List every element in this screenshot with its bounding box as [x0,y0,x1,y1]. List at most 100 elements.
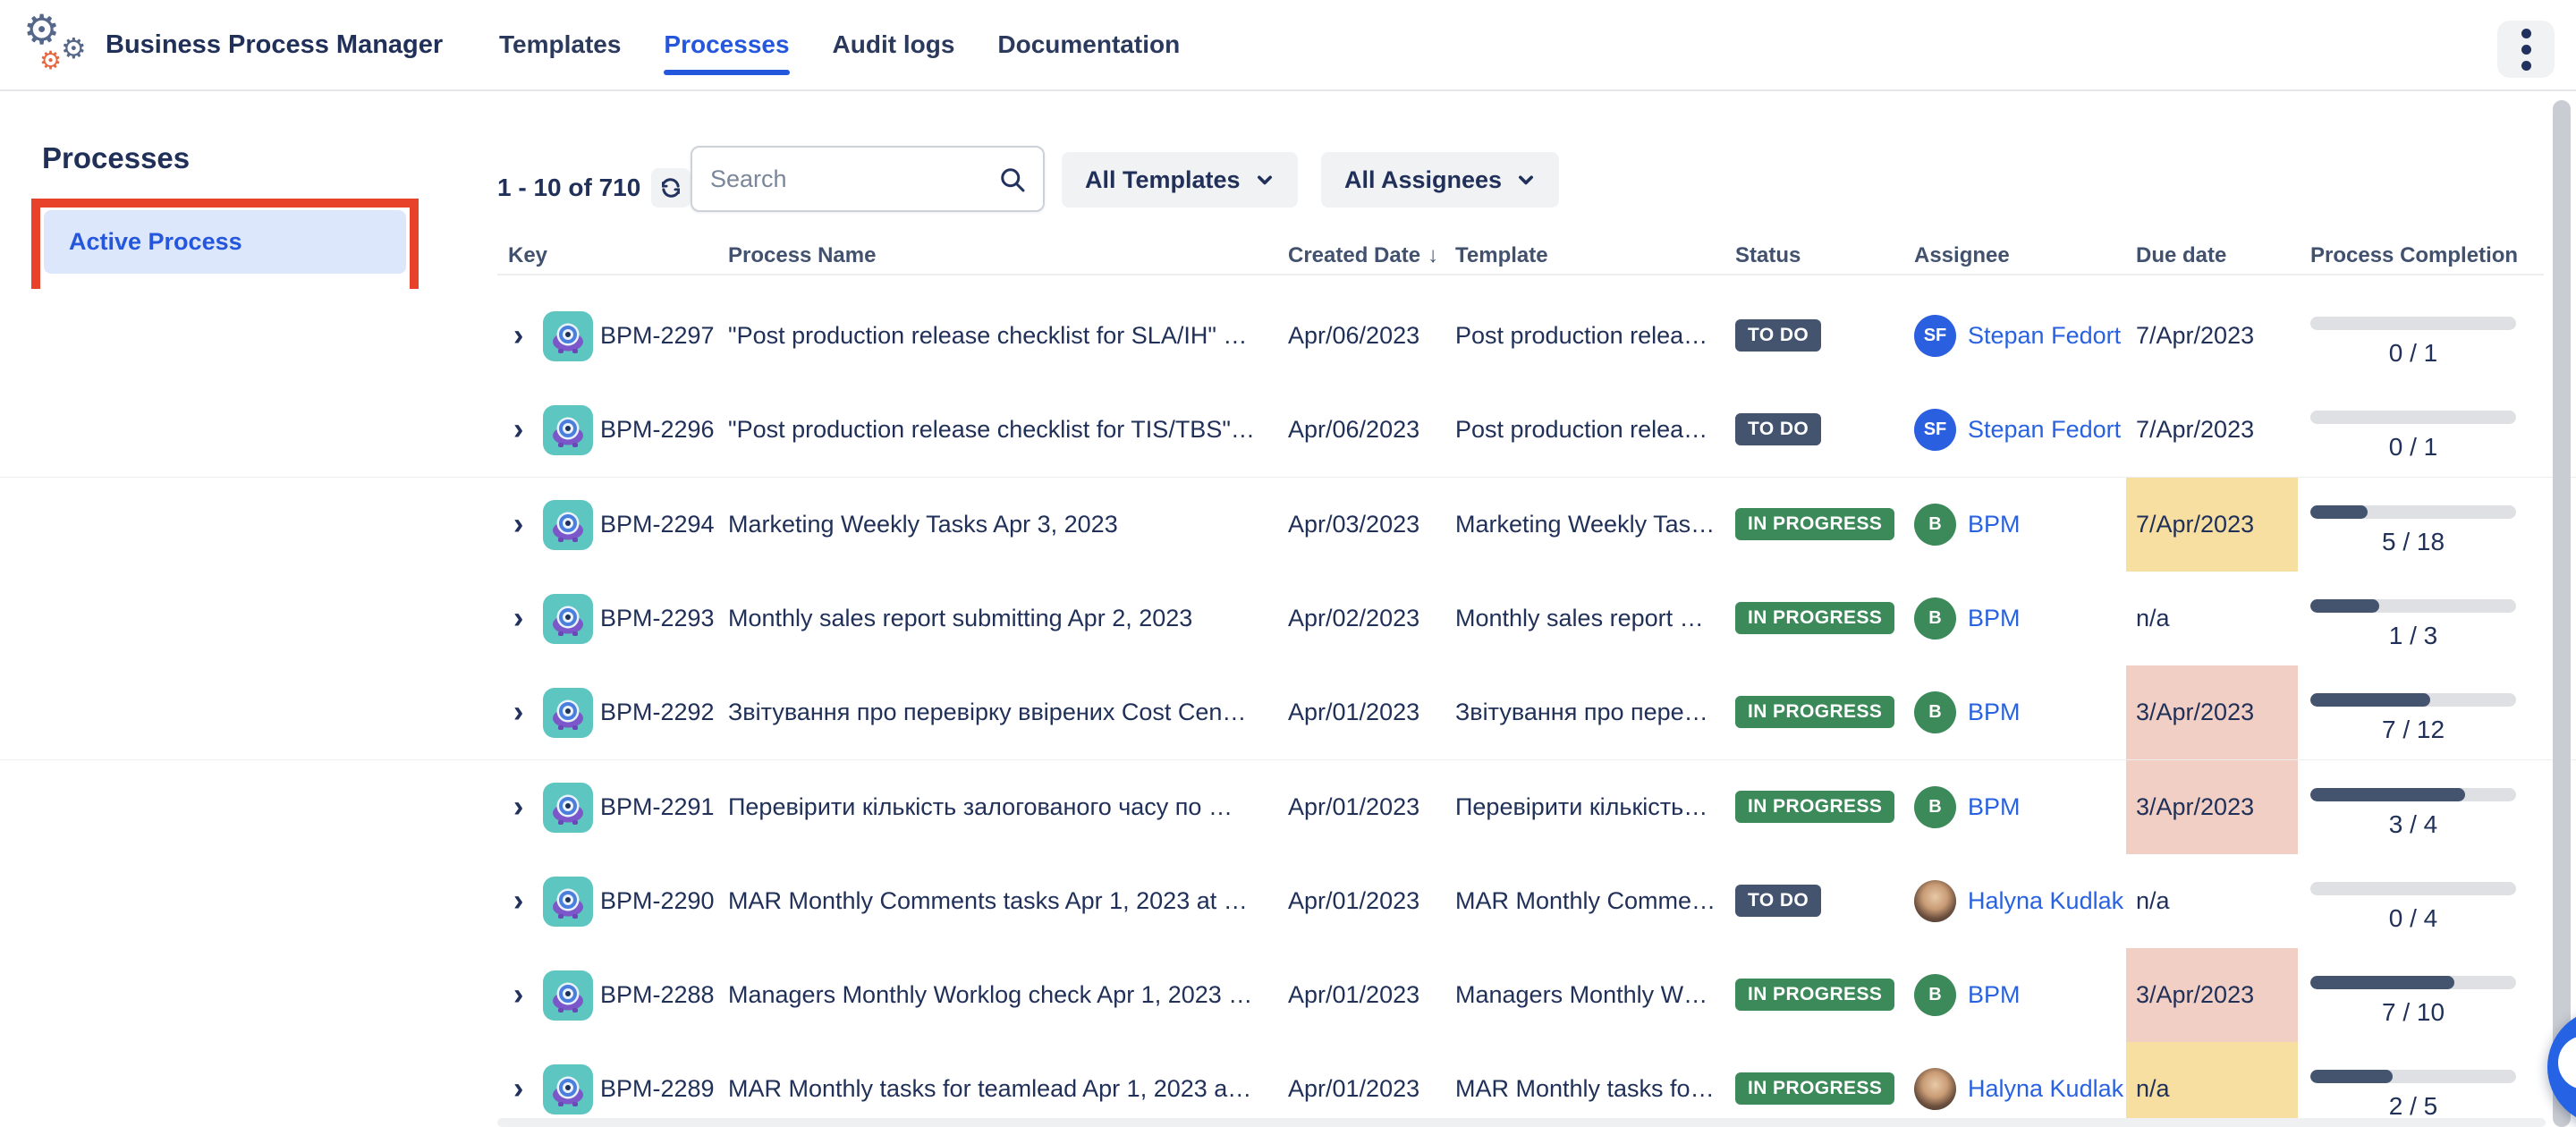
process-name: "Post production release checklist for S… [728,322,1269,350]
status-badge: IN PROGRESS [1735,979,1894,1011]
column-header-key[interactable]: Key [508,243,547,268]
assignee-link[interactable]: BPM [1968,511,2123,538]
process-name: Перевірити кількість залогованого часу п… [728,793,1269,821]
column-header-status[interactable]: Status [1735,243,1801,268]
assignee-link[interactable]: BPM [1968,605,2123,632]
process-name: Звітування про перевірку ввірених Cost C… [728,699,1269,726]
column-header-assignee[interactable]: Assignee [1914,243,2010,268]
template-name: Post production relea… [1455,322,1716,350]
main-nav: Templates Processes Audit logs Documentatio… [499,27,1180,63]
expand-chevron-icon[interactable]: › [513,973,523,1016]
table-header-divider [497,274,2544,275]
assignee-filter-dropdown[interactable]: All Assignees [1321,152,1559,208]
template-name: MAR Monthly tasks fo… [1455,1075,1716,1103]
column-header-template[interactable]: Template [1455,243,1548,268]
process-name: Monthly sales report submitting Apr 2, 2… [728,605,1269,632]
expand-chevron-icon[interactable]: › [513,503,523,546]
column-header-created-date[interactable]: Created Date↓ [1288,243,1438,268]
template-name: Post production relea… [1455,416,1716,444]
avatar: B [1914,691,1956,733]
status-badge: TO DO [1735,319,1821,352]
table-row[interactable]: › BPM-2291 Перевірити кількість залогова… [0,760,2576,856]
sidebar-title: Processes [42,141,190,175]
expand-chevron-icon[interactable]: › [513,597,523,640]
sidebar-item-active-process[interactable]: Active Process [44,210,406,274]
template-name: Managers Monthly W… [1455,981,1716,1009]
column-header-due-date[interactable]: Due date [2136,243,2226,268]
avatar: SF [1914,409,1956,451]
assignee-link[interactable]: Stepan Fedort [1968,416,2123,444]
assignee-link[interactable]: Halyna Kudlak [1968,887,2123,915]
more-options-button[interactable] [2497,21,2555,78]
alien-saucer-icon [543,970,593,1021]
vertical-scrollbar-thumb[interactable] [2553,100,2571,1127]
tab-processes[interactable]: Processes [664,27,789,63]
table-row[interactable]: › BPM-2293 Monthly sales report submitti… [0,572,2576,667]
table-row[interactable]: › BPM-2288 Managers Monthly Worklog chec… [0,948,2576,1044]
table-row[interactable]: › BPM-2289 MAR Monthly tasks for teamlea… [0,1042,2576,1127]
template-filter-dropdown[interactable]: All Templates [1062,152,1298,208]
sidebar-item-label: Active Process [44,228,242,256]
progress-bar-fill [2310,505,2368,519]
refresh-button[interactable] [651,168,691,208]
progress-fraction: 7 / 12 [2310,716,2516,744]
assignee-link[interactable]: Stepan Fedort [1968,322,2123,350]
due-date: 3/Apr/2023 [2136,981,2254,1009]
assignee-link[interactable]: BPM [1968,981,2123,1009]
process-completion: 0 / 1 [2310,383,2516,477]
table-row[interactable]: › BPM-2294 Marketing Weekly Tasks Apr 3,… [0,478,2576,573]
expand-chevron-icon[interactable]: › [513,408,523,451]
app-logo-gears-icon: ⚙ ⚙ ⚙ [23,5,106,88]
progress-fraction: 5 / 18 [2310,528,2516,556]
table-row[interactable]: › BPM-2297 "Post production release chec… [0,289,2576,385]
process-app-icon [543,594,593,644]
expand-chevron-icon[interactable]: › [513,879,523,922]
assignee-link[interactable]: Halyna Kudlak [1968,1075,2123,1103]
search-icon [996,164,1029,196]
result-count-label: 1 - 10 of 710 [497,174,640,202]
assignee-link[interactable]: BPM [1968,699,2123,726]
created-date: Apr/06/2023 [1288,322,1419,350]
assignee-link[interactable]: BPM [1968,793,2123,821]
tab-templates[interactable]: Templates [499,27,621,63]
process-name: MAR Monthly tasks for teamlead Apr 1, 20… [728,1075,1269,1103]
search-input[interactable] [692,148,1005,210]
process-completion: 1 / 3 [2310,572,2516,665]
expand-chevron-icon[interactable]: › [513,785,523,828]
template-name: Звітування про пере… [1455,699,1716,726]
table-row[interactable]: › BPM-2292 Звітування про перевірку ввір… [0,665,2576,761]
created-date: Apr/01/2023 [1288,981,1419,1009]
table-row[interactable]: › BPM-2290 MAR Monthly Comments tasks Ap… [0,854,2576,950]
process-completion: 7 / 12 [2310,665,2516,759]
progress-bar-track [2310,976,2516,989]
horizontal-scrollbar-track[interactable] [497,1118,2546,1127]
tab-audit-logs[interactable]: Audit logs [833,27,955,63]
alien-saucer-icon [543,311,593,361]
alien-saucer-icon [543,594,593,644]
avatar: B [1914,504,1956,546]
table-row[interactable]: › BPM-2296 "Post production release chec… [0,383,2576,479]
process-key: BPM-2294 [600,511,715,538]
assignee-filter-label: All Assignees [1344,166,1502,194]
expand-chevron-icon[interactable]: › [513,314,523,357]
gear-icon: ⚙ [61,34,87,63]
column-header-process-completion[interactable]: Process Completion [2310,243,2518,268]
app-window: ⚙ ⚙ ⚙ Business Process Manager Templates… [0,0,2576,1127]
process-name: MAR Monthly Comments tasks Apr 1, 2023 a… [728,887,1269,915]
column-header-process-name[interactable]: Process Name [728,243,876,268]
due-date-cell: 7/Apr/2023 [2126,478,2298,572]
expand-chevron-icon[interactable]: › [513,691,523,733]
process-app-icon [543,311,593,361]
expand-chevron-icon[interactable]: › [513,1067,523,1110]
alien-saucer-icon [543,783,593,833]
process-key: BPM-2291 [600,793,715,821]
tab-documentation[interactable]: Documentation [997,27,1180,63]
column-header-label: Status [1735,243,1801,267]
avatar: B [1914,597,1956,640]
due-date-cell: n/a [2126,572,2298,665]
created-date: Apr/01/2023 [1288,887,1419,915]
help-fab-icon [2558,1036,2576,1089]
process-completion: 2 / 5 [2310,1042,2516,1127]
process-key: BPM-2293 [600,605,715,632]
progress-fraction: 2 / 5 [2310,1092,2516,1121]
